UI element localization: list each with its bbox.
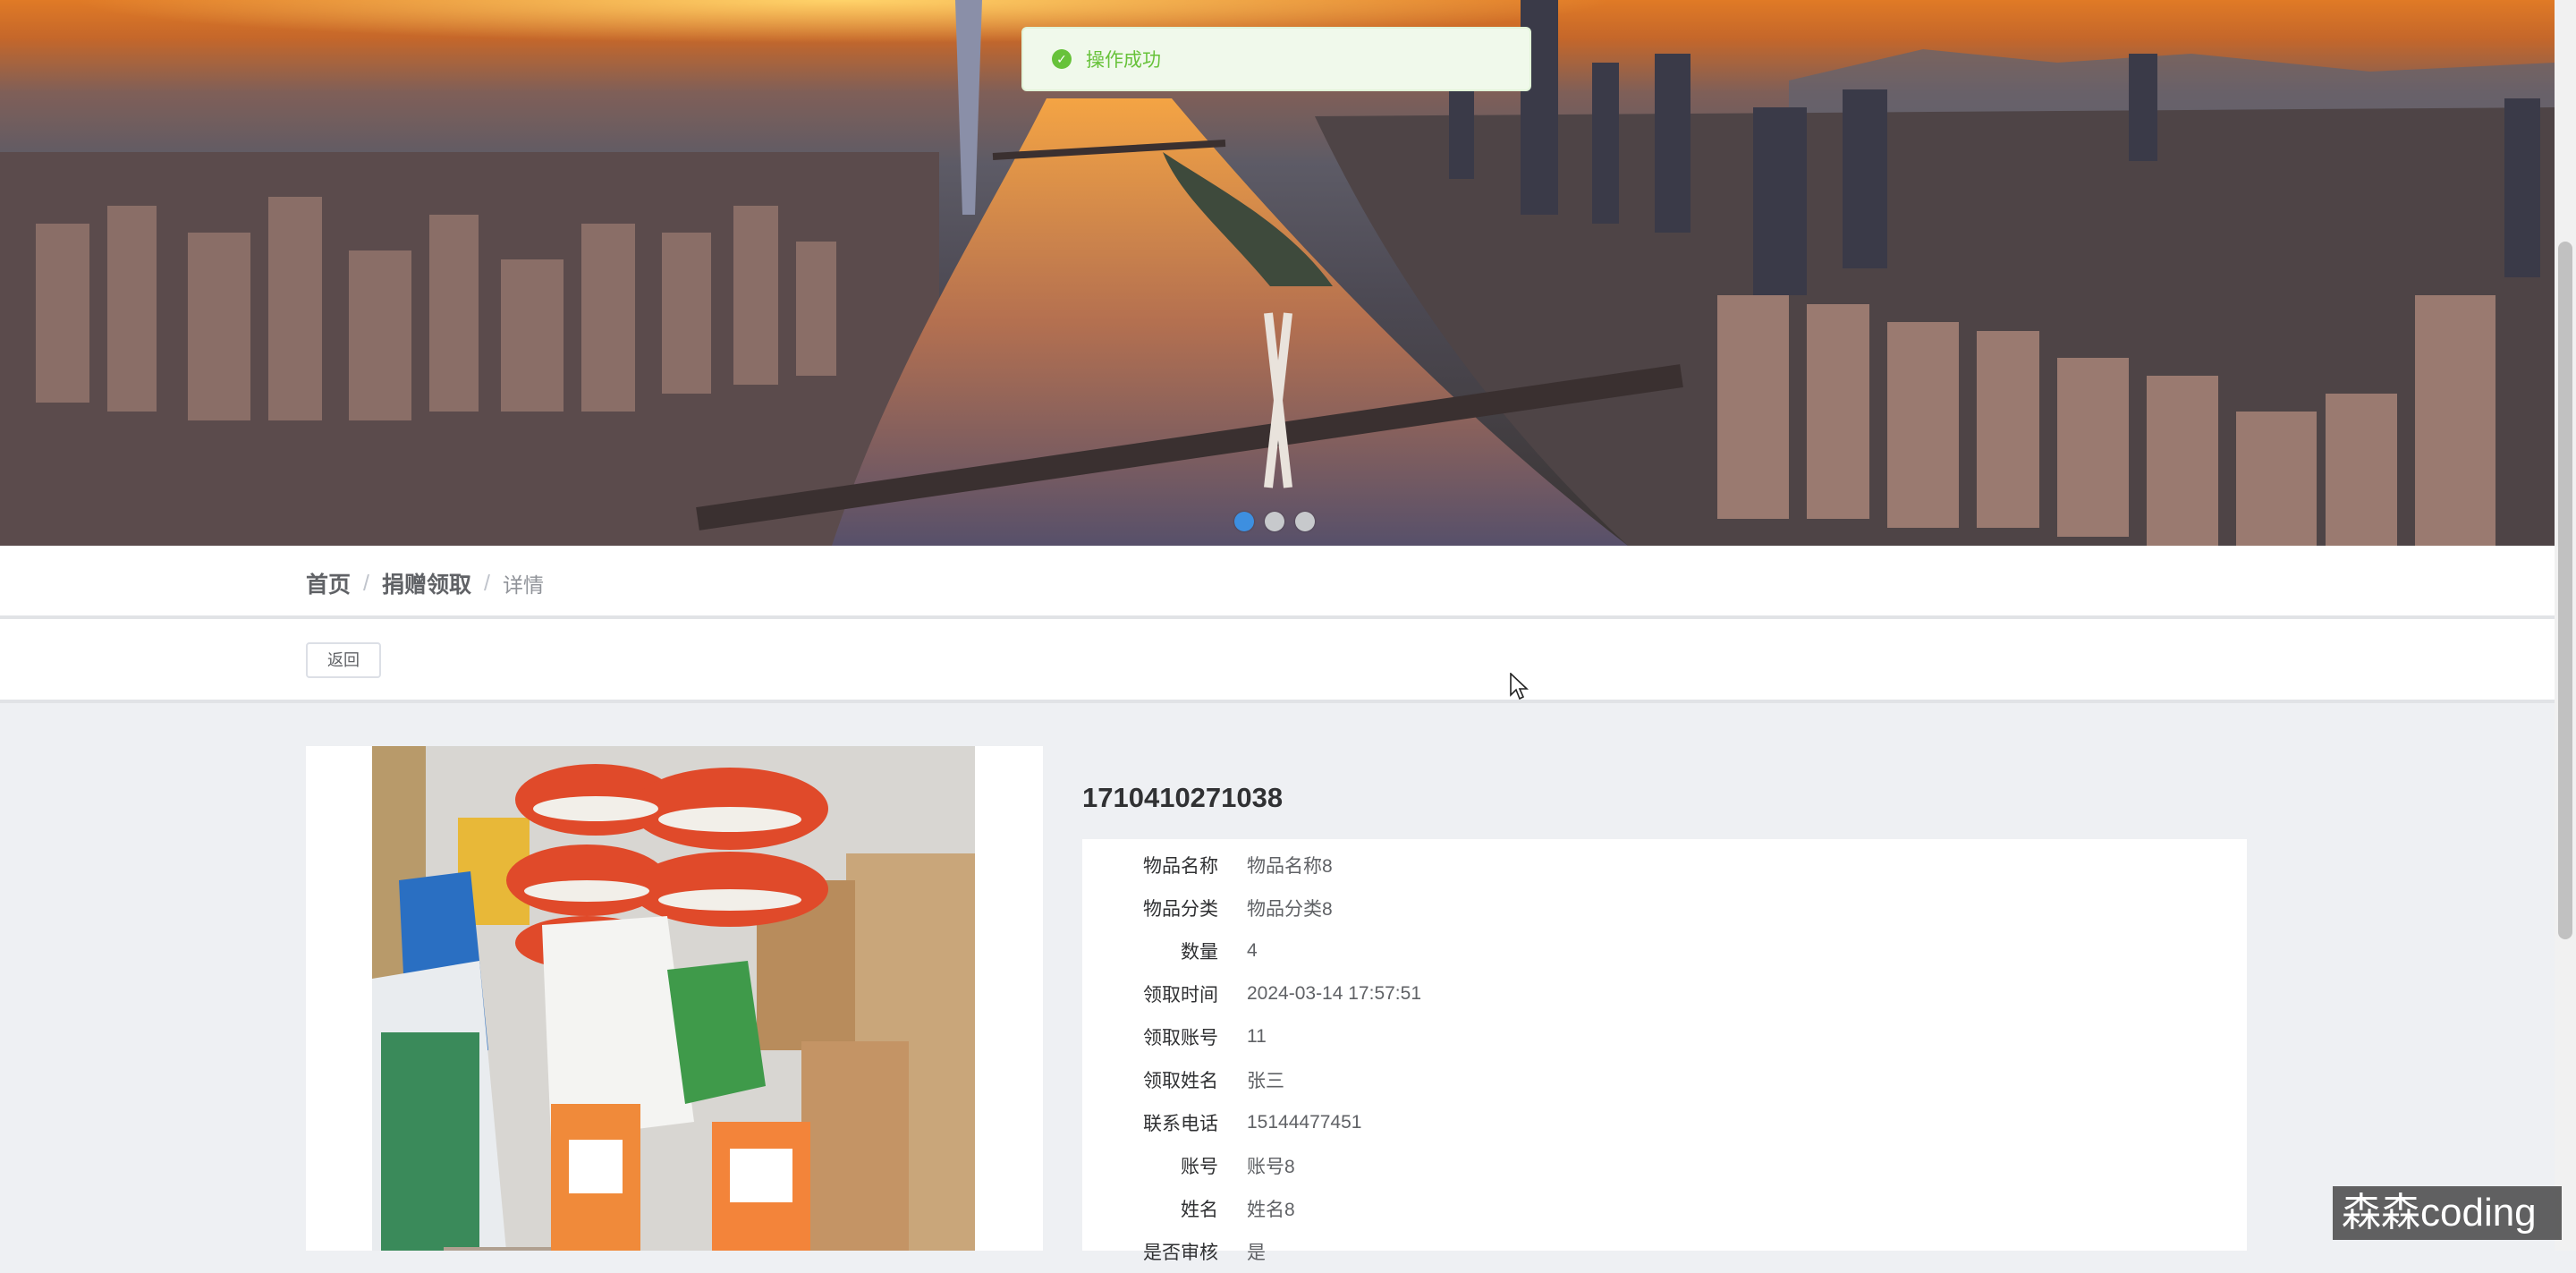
donated-goods-photo <box>372 746 975 1251</box>
item-photo-card <box>306 746 1043 1251</box>
carousel-dots <box>1234 512 1315 531</box>
field-label: 是否审核 <box>1143 1243 1218 1263</box>
detail-title: 1710410271038 <box>1082 782 1284 813</box>
field-label: 账号 <box>1181 1157 1218 1177</box>
breadcrumb-separator: / <box>483 570 490 596</box>
carousel-dot[interactable] <box>1265 512 1284 531</box>
field-row-item-category: 物品分类 物品分类8 <box>1082 887 1333 929</box>
detail-info-panel: 物品名称 物品名称8 物品分类 物品分类8 数量 4 领取时间 2024-03-… <box>1082 839 2247 1263</box>
field-row-claim-account: 领取账号 11 <box>1082 1015 1267 1058</box>
field-row-claim-name: 领取姓名 张三 <box>1082 1058 1284 1101</box>
field-label: 领取时间 <box>1143 985 1218 1006</box>
field-label: 物品名称 <box>1143 856 1218 877</box>
field-value: 4 <box>1247 940 1258 961</box>
field-row-phone: 联系电话 15144477451 <box>1082 1101 1361 1144</box>
breadcrumb-separator: / <box>363 570 369 596</box>
field-value: 是 <box>1247 1243 1266 1263</box>
field-value: 15144477451 <box>1247 1112 1362 1133</box>
watermark: 森森coding <box>2333 1186 2562 1240</box>
field-value: 物品分类8 <box>1247 899 1333 920</box>
field-label: 联系电话 <box>1143 1114 1218 1134</box>
field-label: 姓名 <box>1181 1200 1218 1220</box>
success-toast: ✓ 操作成功 <box>1021 27 1531 91</box>
toast-message: 操作成功 <box>1086 50 1161 71</box>
field-value: 11 <box>1247 1026 1267 1047</box>
carousel-dot[interactable] <box>1234 512 1254 531</box>
field-row-item-name: 物品名称 物品名称8 <box>1082 844 1333 887</box>
breadcrumb-home[interactable]: 首页 <box>306 567 351 599</box>
field-row-reviewed: 是否审核 是 <box>1082 1230 1266 1273</box>
field-row-account: 账号 账号8 <box>1082 1144 1295 1187</box>
action-bar: 返回 <box>0 619 2555 703</box>
field-value: 2024-03-14 17:57:51 <box>1247 983 1421 1004</box>
field-label: 数量 <box>1181 942 1218 963</box>
breadcrumb-bar: 首页 / 捐赠领取 / 详情 <box>0 546 2555 619</box>
field-row-quantity: 数量 4 <box>1082 929 1258 972</box>
mouse-cursor-icon <box>1510 673 1530 700</box>
breadcrumb-donation-claim[interactable]: 捐赠领取 <box>382 567 471 599</box>
field-value: 张三 <box>1247 1071 1284 1091</box>
back-button[interactable]: 返回 <box>306 642 381 678</box>
field-value: 姓名8 <box>1247 1200 1295 1220</box>
field-value: 账号8 <box>1247 1157 1295 1177</box>
breadcrumb-current: 详情 <box>502 573 544 597</box>
field-label: 领取账号 <box>1143 1028 1218 1048</box>
check-circle-icon: ✓ <box>1052 49 1072 69</box>
breadcrumb: 首页 / 捐赠领取 / 详情 <box>306 567 544 599</box>
field-label: 物品分类 <box>1143 899 1218 920</box>
field-label: 领取姓名 <box>1143 1071 1218 1091</box>
carousel-dot[interactable] <box>1295 512 1315 531</box>
scrollbar-thumb[interactable] <box>2558 242 2572 939</box>
field-row-name: 姓名 姓名8 <box>1082 1187 1295 1230</box>
field-value: 物品名称8 <box>1247 856 1333 877</box>
field-row-claim-time: 领取时间 2024-03-14 17:57:51 <box>1082 972 1421 1015</box>
page-scrollbar[interactable] <box>2555 0 2576 1251</box>
